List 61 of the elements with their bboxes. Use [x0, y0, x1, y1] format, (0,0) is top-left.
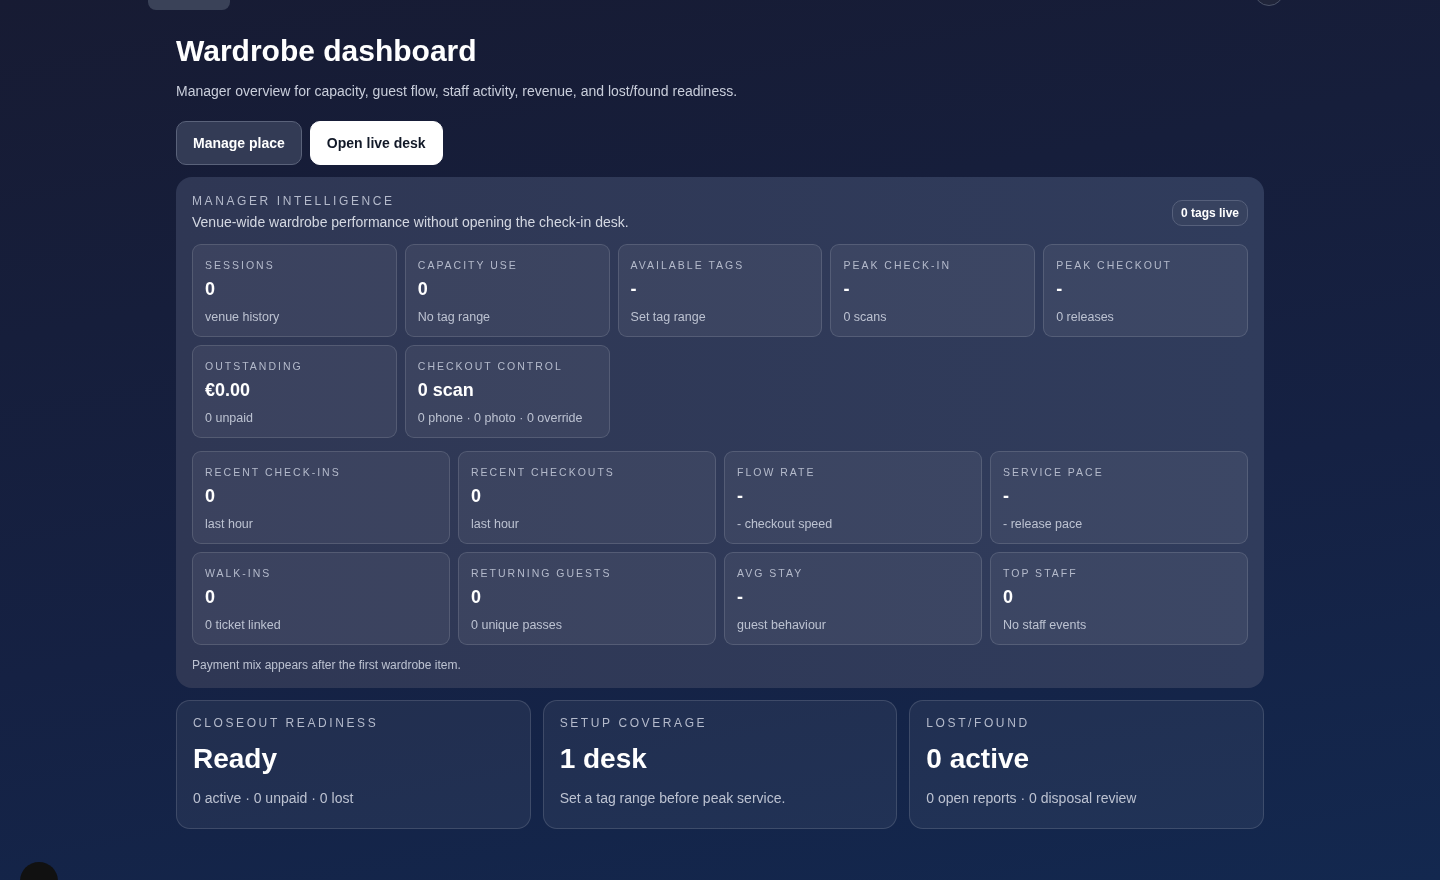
metric-value: - — [737, 486, 744, 508]
page-title: Wardrobe dashboard — [176, 33, 478, 69]
page-subtitle: Manager overview for capacity, guest flow, staff activity, revenue, and lost/found readiness. — [176, 83, 739, 99]
metric-label: FLOW RATE — [737, 466, 817, 478]
metric-detail: venue history — [205, 309, 281, 324]
panel-note: Payment mix appears after the first wardrobe item. — [192, 658, 462, 672]
metric-detail: No staff events — [1003, 617, 1088, 632]
metric-label: RETURNING GUESTS — [471, 567, 613, 579]
metric-detail: 0 releases — [1056, 309, 1115, 324]
metric-detail: 0 open reports · 0 disposal review — [926, 789, 1138, 806]
metric-label: SETUP COVERAGE — [559, 716, 709, 730]
metric-detail: 0 unpaid — [205, 410, 254, 425]
metric-label: TOP STAFF — [1003, 567, 1079, 579]
metric-value: - — [1003, 486, 1010, 508]
metric-detail: - release pace — [1003, 516, 1084, 531]
metric-value: - — [1056, 279, 1064, 301]
action-button[interactable]: Open live desk — [309, 121, 443, 165]
metric-value: 0 — [205, 587, 216, 609]
metric-detail: - checkout speed — [737, 516, 834, 531]
metric-label: CLOSEOUT READINESS — [193, 716, 380, 730]
metric-value: 0 — [1003, 587, 1014, 609]
metric-label: CHECKOUT CONTROL — [417, 360, 564, 372]
metric-label: OUTSTANDING — [205, 360, 304, 372]
metric-value: 0 — [205, 279, 216, 301]
metric-value: 0 — [471, 486, 482, 508]
metric-detail: Set a tag range before peak service. — [559, 789, 787, 806]
metric-value: 1 desk — [559, 742, 648, 776]
metric-label: SERVICE PACE — [1003, 466, 1105, 478]
metric-label: PEAK CHECKOUT — [1056, 259, 1174, 271]
metric-detail: No tag range — [417, 309, 492, 324]
metric-label: AVG STAY — [737, 567, 805, 579]
metric-label: AVAILABLE TAGS — [630, 259, 746, 271]
metric-detail: 0 ticket linked — [205, 617, 282, 632]
metric-value: 0 scan — [417, 380, 475, 402]
metric-detail: Set tag range — [630, 309, 707, 324]
action-button[interactable]: Manage place — [176, 121, 302, 165]
metric-value: €0.00 — [205, 380, 252, 402]
metric-detail: 0 scans — [843, 309, 888, 324]
metric-label: LOST/FOUND — [926, 716, 1031, 730]
metric-detail: last hour — [205, 516, 254, 531]
metric-label: PEAK CHECK-IN — [843, 259, 953, 271]
metric-value: - — [630, 279, 638, 301]
section-heading: MANAGER INTELLIGENCE — [192, 194, 396, 208]
status-badge: 0 tags live — [1171, 200, 1248, 226]
metric-value: 0 — [417, 279, 429, 301]
metric-value: 0 active — [926, 742, 1031, 776]
metric-value: Ready — [193, 742, 279, 776]
metric-value: 0 — [471, 587, 482, 609]
metric-label: CAPACITY USE — [417, 259, 519, 271]
metric-label: RECENT CHECKOUTS — [471, 466, 616, 478]
metric-label: SESSIONS — [205, 259, 276, 271]
metric-detail: 0 unique passes — [471, 617, 564, 632]
metric-detail: 0 active · 0 unpaid · 0 lost — [193, 789, 355, 806]
metric-value: 0 — [205, 486, 216, 508]
metric-label: RECENT CHECK-INS — [205, 466, 342, 478]
metric-detail: guest behaviour — [737, 617, 827, 632]
metric-value: - — [843, 279, 851, 301]
metric-detail: last hour — [471, 516, 520, 531]
metric-value: - — [737, 587, 744, 609]
metric-detail: 0 phone · 0 photo · 0 override — [417, 410, 584, 425]
metric-label: WALK-INS — [205, 567, 273, 579]
